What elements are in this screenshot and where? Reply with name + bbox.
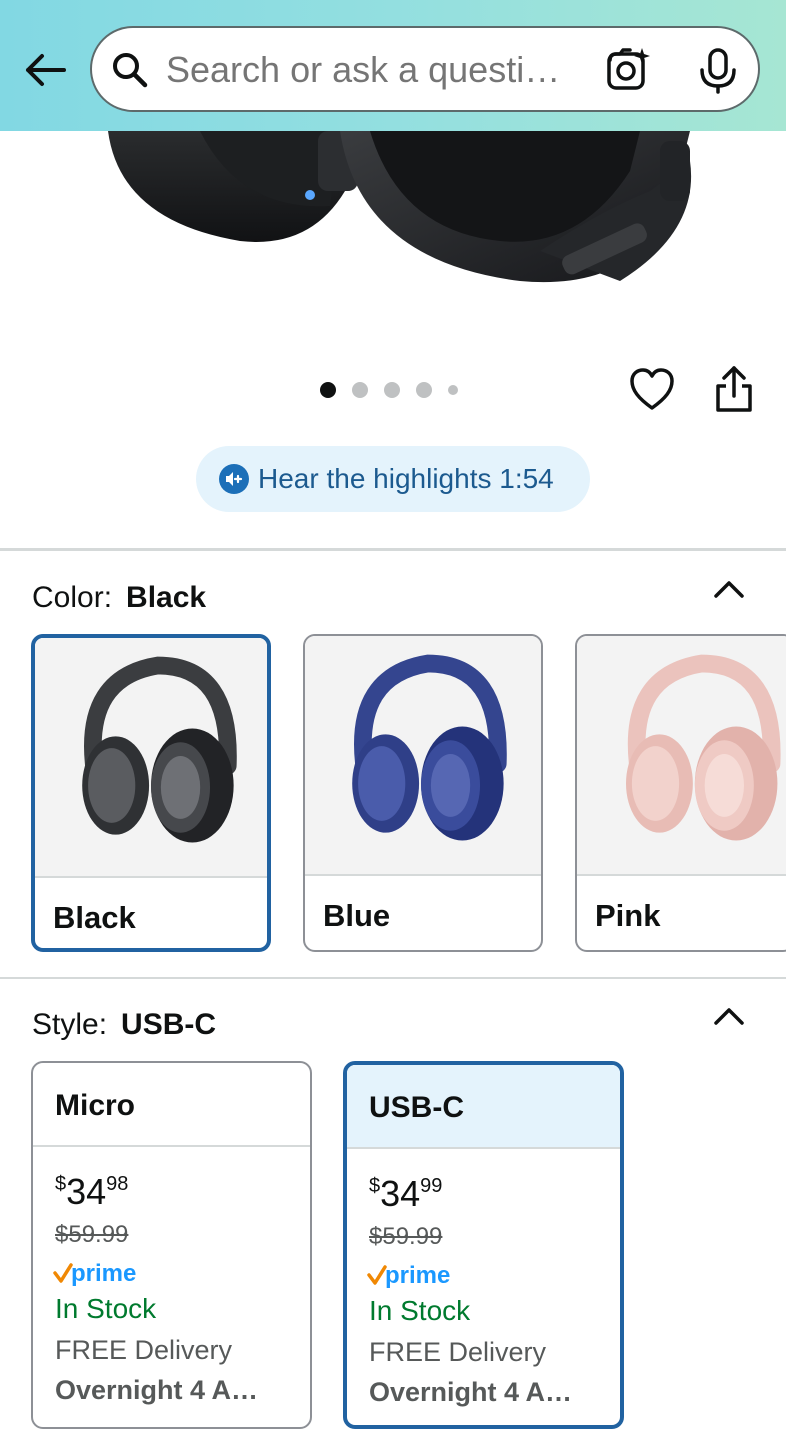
delivery-date: Overnight 4 A… [55, 1375, 259, 1405]
style-option-micro[interactable]: Micro $3498 $59.99 prime In Stock FREE D… [31, 1061, 312, 1429]
prime-badge-icon: prime [53, 1260, 136, 1287]
list-price: $59.99 [55, 1221, 129, 1248]
style-option-name: Micro [55, 1089, 136, 1122]
swatch-image [35, 638, 267, 878]
price-whole: 34 [380, 1173, 421, 1214]
product-image[interactable] [0, 131, 786, 341]
color-section-label: Color: Black [32, 581, 206, 615]
style-section-label: Style: USB-C [32, 1008, 216, 1042]
section-divider [0, 977, 786, 979]
carousel-dot[interactable] [352, 382, 368, 398]
delivery-text: FREE Delivery [55, 1335, 233, 1365]
price-symbol: $ [369, 1175, 381, 1197]
audio-play-icon [219, 464, 249, 494]
prime-text: prime [385, 1262, 450, 1289]
headphones-pink-image [626, 654, 781, 841]
carousel-dot[interactable] [384, 382, 400, 398]
back-button[interactable] [20, 46, 70, 96]
swatch-image [577, 636, 786, 876]
style-option-usb-c[interactable]: USB-C $3499 $59.99 prime In Stock FREE D… [343, 1061, 624, 1429]
color-swatch-pink[interactable]: Pink [575, 634, 786, 952]
color-swatch-black[interactable]: Black [31, 634, 271, 952]
search-box[interactable] [90, 26, 760, 112]
color-label: Color: [32, 581, 113, 614]
swatch-label: Pink [595, 898, 661, 933]
style-label: Style: [32, 1008, 108, 1041]
carousel-dot[interactable] [448, 385, 458, 395]
hear-highlights-button[interactable]: Hear the highlights 1:54 [196, 446, 590, 512]
image-carousel-dots [320, 381, 474, 399]
prime-text: prime [71, 1260, 136, 1287]
swatch-image [305, 636, 541, 876]
search-input[interactable] [166, 48, 586, 92]
carousel-dot[interactable] [320, 382, 336, 398]
section-divider [0, 548, 786, 551]
headphones-image [108, 131, 692, 283]
heart-icon[interactable] [628, 366, 676, 412]
stock-status: In Stock [55, 1293, 157, 1324]
top-search-bar [0, 0, 786, 131]
arrow-left-icon [26, 54, 66, 86]
style-option-name: USB-C [369, 1091, 464, 1124]
style-option-divider [347, 1147, 620, 1149]
swatch-label: Black [53, 900, 136, 935]
hear-highlights-label: Hear the highlights 1:54 [258, 463, 554, 494]
headphones-black-image [82, 656, 237, 843]
color-selected-value: Black [126, 581, 207, 614]
color-swatch-blue[interactable]: Blue [303, 634, 543, 952]
magnifier-icon [113, 53, 148, 88]
price: $3499 [369, 1173, 442, 1215]
list-price: $59.99 [369, 1223, 443, 1250]
prime-badge-icon: prime [367, 1262, 450, 1289]
price-fraction: 99 [420, 1175, 443, 1197]
style-selected-value: USB-C [121, 1008, 217, 1041]
style-option-header: USB-C [347, 1065, 620, 1147]
price-fraction: 98 [106, 1173, 129, 1195]
swatch-divider [305, 874, 541, 876]
headphones-blue-image [352, 654, 507, 841]
swatch-divider [35, 876, 267, 878]
camera-lens-icon[interactable] [604, 46, 652, 94]
price: $3498 [55, 1171, 128, 1213]
delivery-text: FREE Delivery [369, 1337, 547, 1367]
carousel-dot[interactable] [416, 382, 432, 398]
stock-status: In Stock [369, 1295, 471, 1326]
price-symbol: $ [55, 1173, 67, 1195]
microphone-icon[interactable] [696, 48, 740, 94]
swatch-divider [577, 874, 786, 876]
style-option-divider [33, 1145, 310, 1147]
swatch-label: Blue [323, 898, 391, 933]
chevron-up-icon[interactable] [712, 578, 746, 600]
delivery-date: Overnight 4 A… [369, 1377, 573, 1407]
share-icon[interactable] [712, 364, 756, 414]
chevron-up-icon[interactable] [712, 1005, 746, 1027]
style-option-header: Micro [33, 1063, 310, 1145]
price-whole: 34 [66, 1171, 107, 1212]
